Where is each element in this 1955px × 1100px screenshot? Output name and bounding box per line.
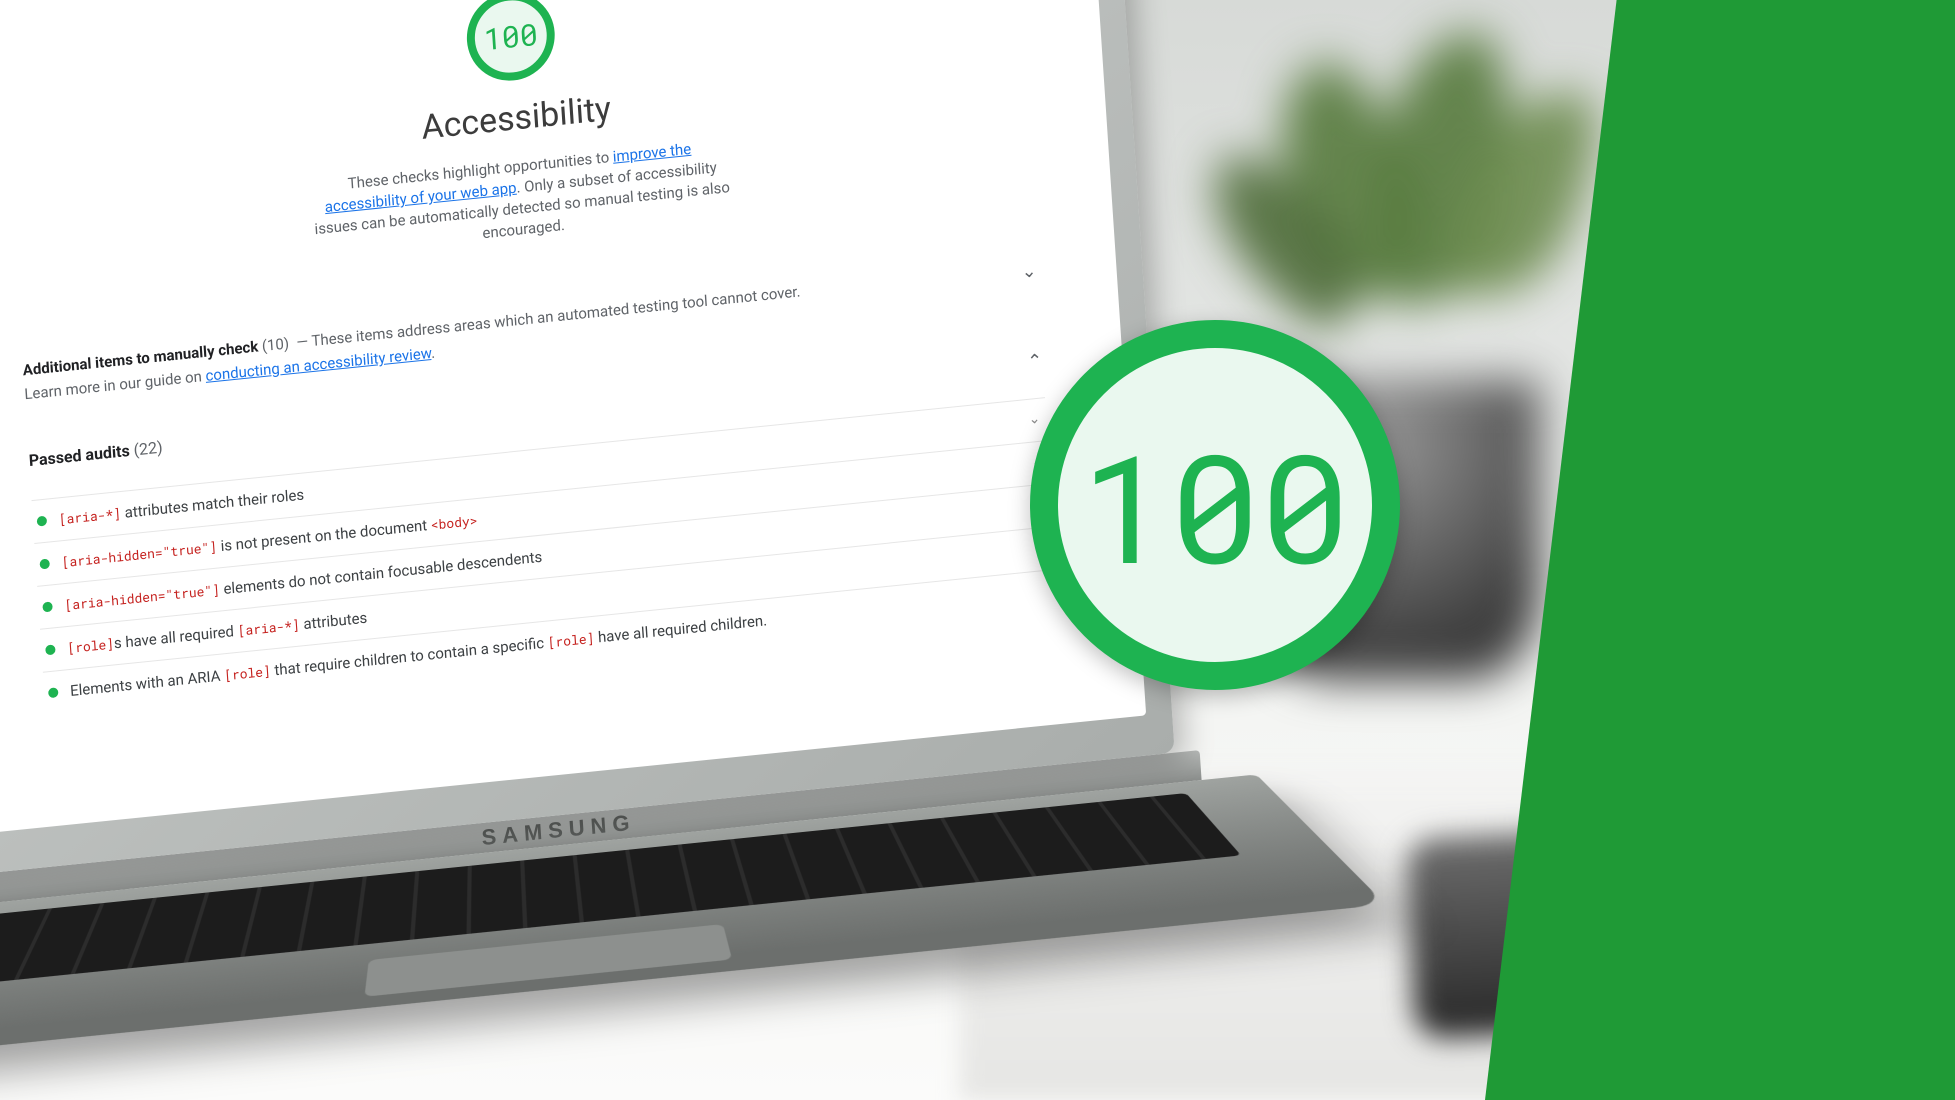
score-badge-value: 100 <box>1080 406 1350 604</box>
audit-code: [role] <box>67 634 115 657</box>
score-badge-large: 100 <box>1030 320 1400 690</box>
scene: 100 Accessibility These checks highlight… <box>0 0 1955 1100</box>
laptop-lid: 100 Accessibility These checks highlight… <box>0 0 1175 878</box>
pass-dot-icon <box>48 687 59 698</box>
audit-code: [aria-hidden="true"] <box>64 580 221 614</box>
score-value: 100 <box>483 14 539 58</box>
learn-more-post: . <box>430 344 435 362</box>
chevron-up-icon[interactable]: ⌃ <box>1027 350 1043 372</box>
passed-audits-section[interactable]: ⌃ Passed audits (22) [aria-*] attributes… <box>28 348 1059 714</box>
audit-code: [aria-hidden="true"] <box>61 538 218 572</box>
pass-dot-icon <box>39 559 50 570</box>
chevron-down-icon[interactable]: ⌄ <box>1028 411 1041 428</box>
audit-code: [aria-*] <box>237 616 300 640</box>
report-screen: 100 Accessibility These checks highlight… <box>0 0 1146 835</box>
chevron-down-icon[interactable]: ⌄ <box>1021 260 1037 282</box>
manual-checks-count: (10) <box>261 334 289 355</box>
audit-text: attributes <box>299 609 368 634</box>
audit-code: [role] <box>547 629 595 652</box>
score-gauge: 100 <box>464 0 557 85</box>
passed-audits-title: Passed audits <box>28 441 130 470</box>
category-description: These checks highlight opportunities to … <box>305 135 739 262</box>
pass-dot-icon <box>42 601 53 612</box>
audit-list: [aria-*] attributes match their roles ⌄ … <box>31 397 1059 714</box>
passed-audits-count: (22) <box>133 438 163 460</box>
audit-text: attributes match their roles <box>120 486 304 523</box>
audit-code: <body> <box>430 511 478 534</box>
audit-text: Elements with an ARIA <box>70 666 225 700</box>
audit-code: [role] <box>224 662 272 685</box>
pass-dot-icon <box>37 516 48 527</box>
pass-dot-icon <box>45 644 56 655</box>
audit-text: have all required children. <box>594 611 768 647</box>
audit-text: s have all required <box>113 622 238 653</box>
audit-code: [aria-*] <box>58 504 121 528</box>
